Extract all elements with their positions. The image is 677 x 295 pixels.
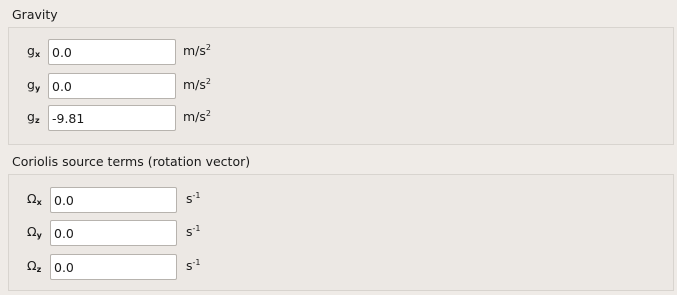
coriolis-z-input[interactable]	[50, 254, 177, 280]
gravity-x-input[interactable]	[48, 39, 176, 65]
coriolis-z-unit: s-1	[186, 258, 201, 273]
gravity-y-input[interactable]	[48, 73, 176, 99]
gravity-y-label: gy	[27, 77, 41, 93]
coriolis-x-input[interactable]	[50, 187, 177, 213]
coriolis-y-label: Ωy	[27, 224, 42, 240]
gravity-group: gx m/s2 gy m/s2 gz m/s2	[8, 27, 674, 145]
gravity-x-unit: m/s2	[183, 43, 211, 58]
coriolis-z-label: Ωz	[27, 258, 42, 274]
gravity-z-label: gz	[27, 109, 40, 125]
gravity-y-unit: m/s2	[183, 77, 211, 92]
coriolis-y-input[interactable]	[50, 220, 177, 246]
gravity-z-unit: m/s2	[183, 109, 211, 124]
coriolis-group: Ωx s-1 Ωy s-1 Ωz s-1	[8, 174, 674, 291]
gravity-x-label: gx	[27, 43, 41, 59]
coriolis-y-unit: s-1	[186, 224, 201, 239]
gravity-section-title: Gravity	[12, 7, 58, 22]
coriolis-x-unit: s-1	[186, 191, 201, 206]
coriolis-x-label: Ωx	[27, 191, 42, 207]
coriolis-section-title: Coriolis source terms (rotation vector)	[12, 154, 251, 169]
gravity-z-input[interactable]	[48, 105, 176, 131]
